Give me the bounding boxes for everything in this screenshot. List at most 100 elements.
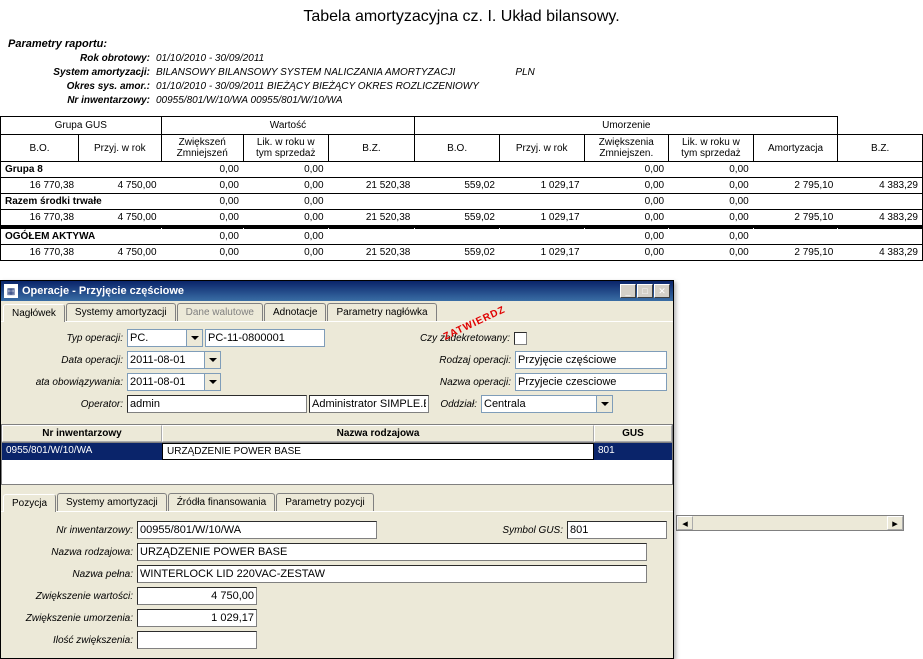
- cell: 4 750,00: [79, 245, 161, 261]
- label-czy-zadekretowany: Czy zadekretowany:: [325, 333, 514, 344]
- minimize-button[interactable]: _: [620, 284, 636, 298]
- cell: 21 520,38: [328, 210, 415, 227]
- symbol-gus-field[interactable]: [567, 521, 667, 539]
- cell: 0,00: [584, 245, 669, 261]
- grid-cell-nazwa[interactable]: URZĄDZENIE POWER BASE: [162, 443, 594, 460]
- oddzial-field[interactable]: [481, 395, 597, 413]
- data-operacji-dropdown[interactable]: [205, 351, 221, 369]
- operations-dialog: ▦ Operacje - Przyjęcie częściowe _ □ ✕ N…: [0, 280, 674, 659]
- grid-col-nr[interactable]: Nr inwentarzowy: [2, 425, 162, 442]
- label-zwiek-wart: Zwiększenie wartości:: [7, 591, 137, 602]
- maximize-button[interactable]: □: [637, 284, 653, 298]
- typ-operacji-field[interactable]: [127, 329, 187, 347]
- label-operator: Operator:: [7, 399, 127, 410]
- param-label-nrinw: Nr inwentarzowy:: [8, 94, 156, 108]
- typ-operacji-num-field[interactable]: [205, 329, 325, 347]
- row-ogolem-label: OGÓŁEM AKTYWA: [1, 229, 162, 245]
- cell: 0,00: [161, 178, 243, 194]
- report-parameters: Parametry raportu: Rok obrotowy: 01/10/2…: [0, 34, 923, 112]
- grid-cell-gus: 801: [594, 443, 672, 460]
- th-zwiekszen: Zwiększeń Zmniejszeń: [161, 135, 243, 162]
- nazwa-operacji-field[interactable]: [515, 373, 667, 391]
- th-wartosc: Wartość: [161, 117, 415, 135]
- tab-parametry-pozycji[interactable]: Parametry pozycji: [276, 493, 373, 511]
- grid-col-gus[interactable]: GUS: [594, 425, 672, 442]
- amortization-table: Grupa GUS Wartość Umorzenie B.O. Przyj. …: [0, 116, 923, 261]
- data-operacji-field[interactable]: [127, 351, 205, 369]
- label-nr-inw: Nr inwentarzowy:: [7, 525, 137, 536]
- zwiek-wart-field[interactable]: [137, 587, 257, 605]
- operator-desc-field: [309, 395, 429, 413]
- th-amortyzacja: Amortyzacja: [753, 135, 838, 162]
- grid-cell-nr: 0955/801/W/10/WA: [2, 443, 162, 460]
- params-heading: Parametry raportu:: [8, 38, 915, 50]
- cell: 0,00: [161, 162, 243, 178]
- data-obow-field[interactable]: [127, 373, 205, 391]
- param-value-okres: 01/10/2010 - 30/09/2011 BIEŻĄCY BIEŻĄCY …: [156, 80, 479, 94]
- cell: 0,00: [161, 194, 243, 210]
- cell: 0,00: [243, 210, 328, 227]
- scroll-left-icon[interactable]: ◂: [677, 516, 693, 530]
- tab-naglowek[interactable]: Nagłówek: [3, 304, 65, 322]
- label-oddzial: Oddział:: [429, 399, 481, 410]
- zwiek-umorz-field[interactable]: [137, 609, 257, 627]
- cell: 1 029,17: [499, 245, 584, 261]
- oddzial-dropdown[interactable]: [597, 395, 613, 413]
- cell: 559,02: [415, 245, 500, 261]
- label-nazwa-rodz: Nazwa rodzajowa:: [7, 547, 137, 558]
- cell: 4 750,00: [79, 210, 161, 227]
- label-nazwa-pelna: Nazwa pełna:: [7, 569, 137, 580]
- cell: 0,00: [243, 194, 328, 210]
- cell: 4 383,29: [838, 178, 923, 194]
- param-currency: PLN: [515, 66, 534, 80]
- label-zwiek-umorz: Zwiększenie umorzenia:: [7, 613, 137, 624]
- cell: 0,00: [584, 194, 669, 210]
- cell: 21 520,38: [328, 178, 415, 194]
- cell: 16 770,38: [1, 178, 79, 194]
- tab-adnotacje[interactable]: Adnotacje: [264, 303, 326, 321]
- tab-systemy-2[interactable]: Systemy amortyzacji: [57, 493, 167, 511]
- tab-pozycja[interactable]: Pozycja: [3, 494, 56, 512]
- grid-row-selected[interactable]: 0955/801/W/10/WA URZĄDZENIE POWER BASE 8…: [2, 443, 672, 460]
- dialog-icon: ▦: [4, 284, 18, 298]
- nazwa-rodz-field[interactable]: [137, 543, 647, 561]
- label-rodzaj-operacji: Rodzaj operacji:: [221, 355, 515, 366]
- cell: 0,00: [243, 229, 328, 245]
- report-title: Tabela amortyzacyjna cz. I. Układ bilans…: [0, 0, 923, 34]
- close-button[interactable]: ✕: [654, 284, 670, 298]
- cell: 1 029,17: [499, 178, 584, 194]
- horizontal-scrollbar[interactable]: ◂ ▸: [676, 515, 904, 531]
- th-grupa-gus: Grupa GUS: [1, 117, 162, 135]
- cell: 0,00: [584, 178, 669, 194]
- dialog-titlebar[interactable]: ▦ Operacje - Przyjęcie częściowe _ □ ✕: [1, 281, 673, 301]
- cell: 0,00: [669, 178, 754, 194]
- grid-col-nazwa[interactable]: Nazwa rodzajowa: [162, 425, 594, 442]
- cell: 0,00: [669, 162, 754, 178]
- row-grupa8-label: Grupa 8: [1, 162, 162, 178]
- ilosc-field[interactable]: [137, 631, 257, 649]
- cell: 559,02: [415, 178, 500, 194]
- nr-inw-field[interactable]: [137, 521, 377, 539]
- nazwa-pelna-field[interactable]: [137, 565, 647, 583]
- tab-parametry-naglowka[interactable]: Parametry nagłówka: [327, 303, 436, 321]
- th-u-przyj: Przyj. w rok: [499, 135, 584, 162]
- th-u-lik: Lik. w roku w tym sprzedaż: [669, 135, 754, 162]
- cell: 0,00: [161, 245, 243, 261]
- cell: 0,00: [584, 229, 669, 245]
- data-obow-dropdown[interactable]: [205, 373, 221, 391]
- cell: 21 520,38: [328, 245, 415, 261]
- cell: 0,00: [584, 162, 669, 178]
- cell: 0,00: [669, 245, 754, 261]
- tab-dane-walutowe[interactable]: Dane walutowe: [177, 303, 263, 321]
- scroll-right-icon[interactable]: ▸: [887, 516, 903, 530]
- th-u-zwiekszenia: Zwiększenia Zmniejszen.: [584, 135, 669, 162]
- czy-zadekretowany-checkbox[interactable]: [514, 332, 527, 345]
- header-tabstrip: Nagłówek Systemy amortyzacji Dane waluto…: [1, 301, 673, 322]
- tab-zrodla[interactable]: Źródła finansowania: [168, 493, 276, 511]
- rodzaj-operacji-field[interactable]: [515, 351, 667, 369]
- label-data-obow: ata obowiązywania:: [7, 377, 127, 388]
- operator-field[interactable]: [127, 395, 307, 413]
- typ-operacji-dropdown[interactable]: [187, 329, 203, 347]
- cell: 4 750,00: [79, 178, 161, 194]
- tab-systemy-amortyzacji[interactable]: Systemy amortyzacji: [66, 303, 176, 321]
